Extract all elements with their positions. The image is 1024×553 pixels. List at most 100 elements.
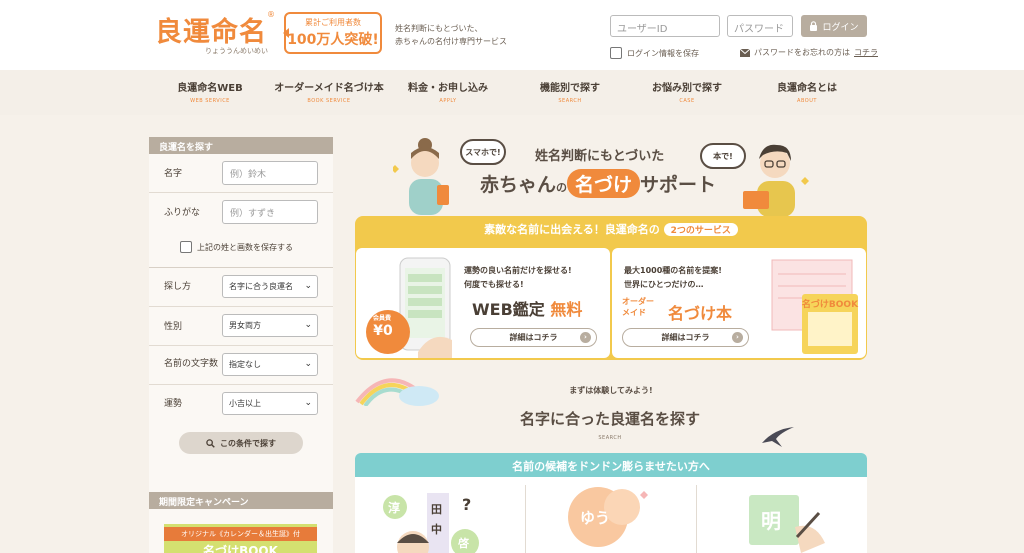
tagline-line2: 赤ちゃんの名付け専門サービス (395, 37, 507, 46)
campaign-title: 名づけBOOK (203, 544, 278, 553)
web-service-title-a: WEB鑑定 (472, 300, 545, 319)
book-service-line2: 世界にひとつだけの… (624, 280, 704, 289)
nav-sublabel: WEB SERVICE (190, 98, 230, 104)
question-mark: ? (462, 495, 472, 514)
lock-icon (810, 21, 818, 31)
method-value: 名字に合う良運名 (229, 282, 293, 291)
gender-select[interactable]: 男女両方 ⌄ (222, 314, 318, 337)
save-surname-option[interactable]: 上記の姓と画数を保存する (180, 241, 293, 253)
web-service-title: WEB鑑定 無料 (472, 296, 582, 320)
divider (149, 345, 333, 346)
nav-label: 良運命名WEB (177, 83, 243, 94)
chevron-down-icon: ⌄ (304, 281, 312, 291)
site-logo[interactable]: 良運命名® りょううんめいめい (155, 10, 275, 55)
web-service-details-button[interactable]: 詳細はコチラ › (470, 328, 597, 347)
nav-sublabel: CASE (679, 98, 695, 104)
furigana-input[interactable]: 例）すずき (222, 200, 318, 224)
name-ideas-col-1: 淳 田 中 ? 啓 (355, 477, 525, 553)
password-input[interactable]: パスワード (727, 15, 793, 37)
name-ideas-col-2: ゆう (526, 477, 696, 553)
nav-item-search[interactable]: 機能別で探す SEARCH (515, 79, 625, 104)
search-icon (206, 438, 215, 448)
book-service-card[interactable]: 最大1000種の名前を提案! 世界にひとつだけの… オーダー メイド 名づけ本 … (612, 248, 866, 358)
save-surname-label: 上記の姓と画数を保存する (197, 242, 293, 252)
nav-sublabel: BOOK SERVICE (307, 98, 351, 104)
forgot-password-text: パスワードをお忘れの方は (754, 48, 850, 57)
nav-item-case[interactable]: お悩み別で探す CASE (632, 79, 742, 104)
hero-line1: 姓名判断にもとづいた (535, 149, 665, 164)
rainbow-cloud-illustration (355, 378, 439, 406)
mother-illustration (393, 138, 449, 215)
save-surname-checkbox[interactable] (180, 241, 192, 253)
book-service-small: オーダー メイド (622, 296, 654, 318)
save-login-option[interactable]: ログイン情報を保存 (610, 47, 699, 59)
hero-headline-highlight: 名づけ (567, 169, 641, 198)
divider (149, 306, 333, 307)
surname-label: 名字 (164, 169, 183, 179)
hero-headline: 赤ちゃんの 名づけ サポート (480, 169, 716, 198)
hero-headline-c: サポート (640, 174, 717, 196)
nav-item-book-service[interactable]: オーダーメイド名づけ本 BOOK SERVICE (272, 79, 386, 104)
arrow-right-icon: › (580, 332, 591, 343)
gender-value: 男女両方 (229, 321, 261, 330)
details-label: 詳細はコチラ (661, 333, 710, 342)
user-count-badge: 累計ご利用者数 100万人突破! (283, 12, 382, 54)
badge-caption: 累計ご利用者数 (305, 18, 361, 27)
hero-headline-b: の (556, 181, 568, 194)
name-length-select[interactable]: 指定なし ⌄ (222, 353, 318, 376)
web-service-line2: 何度でも探せる! (464, 280, 524, 289)
login-button[interactable]: ログイン (801, 15, 867, 37)
nav-sublabel: SEARCH (558, 98, 582, 104)
services-title-text: 素敵な名前に出会える！良運命名の (484, 223, 660, 236)
fortune-label: 運勢 (164, 399, 183, 409)
reading-text: ゆう (580, 509, 611, 527)
sidebar-heading: 良運名を探す (149, 137, 333, 154)
method-label: 探し方 (164, 282, 192, 292)
nav-label: 良運命名とは (777, 83, 837, 94)
nav-sublabel: ABOUT (797, 98, 817, 104)
kanji-char: 田 (431, 503, 442, 516)
speech-bubble-left: スマホで! (460, 139, 506, 165)
name-ideas-bar: 名前の候補をドンドン膨らませたい方へ (355, 453, 867, 477)
fortune-select[interactable]: 小吉以上 ⌄ (222, 392, 318, 415)
campaign-strip: オリジナル《カレンダー＆出生誕》付 (164, 527, 317, 541)
mail-icon (740, 48, 750, 57)
father-illustration (743, 144, 809, 217)
divider (149, 192, 333, 193)
campaign-banner[interactable]: オリジナル《カレンダー＆出生誕》付 名づけBOOK (164, 524, 317, 553)
forgot-password: パスワードをお忘れの方は コチラ (740, 47, 878, 58)
user-id-input[interactable]: ユーザーID (610, 15, 720, 37)
save-login-checkbox[interactable] (610, 47, 622, 59)
surname-input[interactable]: 例）鈴木 (222, 161, 318, 185)
name-ideas-banner[interactable]: 名前の候補をドンドン膨らませたい方へ 淳 田 中 ? 啓 ゆう 明 (355, 453, 867, 553)
member-fee-price: ¥0 (373, 323, 393, 339)
book-service-small-a: オーダー (622, 297, 654, 306)
book-service-title: 名づけ本 (668, 304, 733, 323)
site-header: 良運命名® りょううんめいめい 累計ご利用者数 100万人突破! 姓名判断にもと… (0, 0, 1024, 70)
nav-label: 料金・お申し込み (408, 83, 488, 94)
services-box: 素敵な名前に出会える！良運命名の 2つのサービス 会員費 ¥0 運勢の良い名前だ… (355, 216, 867, 360)
services-title-pill: 2つのサービス (663, 223, 738, 236)
book-service-line1: 最大1000種の名前を提案! (624, 266, 722, 275)
fortune-value: 小吉以上 (229, 399, 261, 408)
nav-item-apply[interactable]: 料金・お申し込み APPLY (393, 79, 503, 104)
hero-headline-a: 赤ちゃん (480, 174, 557, 196)
phone-illustration (366, 257, 452, 358)
arrow-right-icon: › (732, 332, 743, 343)
chevron-down-icon: ⌄ (304, 320, 312, 330)
web-service-card[interactable]: 会員費 ¥0 運勢の良い名前だけを探せる! 何度でも探せる! WEB鑑定 無料 … (356, 248, 610, 358)
nav-item-web-service[interactable]: 良運命名WEB WEB SERVICE (155, 79, 265, 104)
search-section-subtitle: SEARCH (598, 435, 622, 441)
book-service-details-button[interactable]: 詳細はコチラ › (622, 328, 749, 347)
nav-label: オーダーメイド名づけ本 (274, 83, 384, 94)
forgot-password-link[interactable]: コチラ (854, 47, 878, 58)
chevron-down-icon: ⌄ (304, 398, 312, 408)
divider (149, 267, 333, 268)
search-sidebar: 良運名を探す 名字 例）鈴木 ふりがな 例）すずき 上記の姓と画数を保存する 探… (149, 137, 333, 553)
method-select[interactable]: 名字に合う良運名 ⌄ (222, 275, 318, 298)
nav-item-about[interactable]: 良運命名とは ABOUT (752, 79, 862, 104)
save-login-label: ログイン情報を保存 (627, 48, 699, 58)
nav-sublabel: APPLY (439, 98, 457, 104)
search-submit-button[interactable]: この条件で探す (179, 432, 303, 454)
try-caption: まずは体験してみよう! (569, 386, 653, 395)
